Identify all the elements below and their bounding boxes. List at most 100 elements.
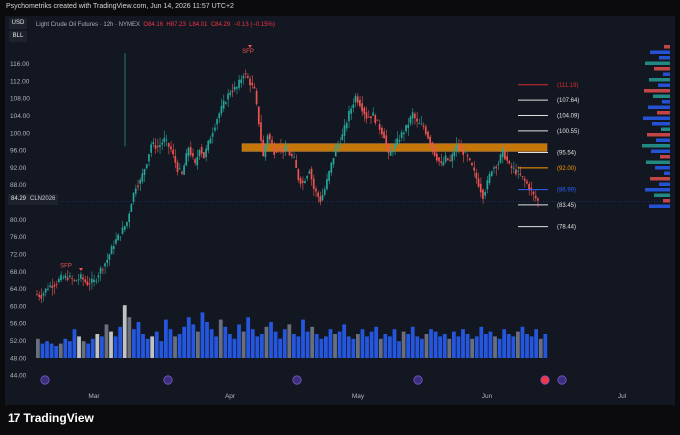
candle-body — [200, 147, 203, 154]
candle-body — [348, 110, 350, 122]
arrow-circle-icon[interactable] — [292, 375, 302, 385]
candle-body — [137, 185, 139, 188]
volume-profile-bar — [646, 160, 670, 164]
candle-body — [479, 183, 482, 193]
candle-body — [60, 274, 62, 281]
candle-body — [504, 151, 506, 160]
candle-body — [385, 135, 388, 146]
arrow-circle-icon[interactable] — [40, 375, 50, 385]
candle-body — [306, 175, 308, 179]
x-tick-label: Apr — [225, 393, 236, 400]
candle-body — [97, 275, 100, 278]
candle-body — [517, 170, 519, 172]
volume-bar — [209, 329, 214, 358]
candle-body — [468, 158, 471, 161]
volume-bar — [49, 343, 54, 358]
candle-body — [167, 143, 170, 147]
candle-body — [304, 181, 306, 184]
volume-profile-bar — [649, 78, 670, 82]
volume-bar — [136, 322, 141, 358]
volume-bar — [278, 338, 283, 358]
price-chart[interactable]: 116.00 112.00 108.00 104.00 100.00 96.00 92.00… — [0, 0, 680, 435]
candle-body — [106, 259, 109, 263]
volume-bar — [58, 343, 63, 358]
level-label: (111.19) — [557, 83, 578, 89]
currency-button[interactable]: USD — [9, 18, 27, 29]
unit-button[interactable]: BLL — [9, 31, 27, 42]
candle-body — [121, 227, 124, 234]
volume-bar — [260, 334, 264, 358]
candle-body — [521, 176, 524, 178]
candle-body — [196, 156, 199, 166]
candle-body — [159, 144, 161, 148]
volume-bar — [141, 334, 145, 358]
candle-body — [532, 191, 535, 195]
candle-body — [471, 162, 473, 166]
volume-bar — [506, 334, 511, 358]
candle-body — [284, 147, 287, 151]
candle-body — [277, 149, 280, 150]
volume-profile-bar — [659, 56, 670, 60]
volume-bar — [45, 341, 49, 358]
candle-body — [213, 127, 216, 131]
current-price-value: 84.29 — [11, 196, 27, 202]
candle-body — [420, 123, 423, 125]
candle-body — [431, 142, 434, 150]
candle-body — [266, 135, 269, 146]
y-tick-label: 80.00 — [10, 217, 27, 224]
arrow-circle-icon[interactable] — [557, 375, 567, 385]
lightning-icon[interactable] — [540, 375, 550, 385]
candle-body — [253, 86, 256, 89]
candle-body — [209, 138, 212, 144]
candle-body — [141, 173, 144, 182]
arrow-circle-icon[interactable] — [413, 375, 423, 385]
volume-bar — [401, 331, 406, 358]
volume-profile-bar — [642, 144, 670, 148]
marker-down-icon — [248, 45, 252, 48]
low-value: 84.01 — [192, 22, 208, 28]
volume-bar — [246, 317, 251, 358]
candle-body — [205, 148, 207, 158]
candle-body — [299, 178, 302, 184]
tradingview-logo[interactable]: 17 TradingView — [8, 411, 94, 425]
volume-bar — [132, 329, 136, 358]
volume-bar — [474, 336, 479, 358]
candle-body — [409, 116, 412, 124]
candle-body — [176, 162, 179, 172]
candle-body — [62, 277, 65, 279]
candle-body — [455, 144, 458, 151]
candle-body — [126, 222, 128, 226]
candle-body — [227, 93, 229, 100]
candle-body — [231, 90, 234, 93]
volume-bar — [109, 331, 113, 358]
candle-body — [257, 106, 260, 125]
y-tick-label: 76.00 — [10, 234, 27, 241]
candle-body — [53, 284, 56, 287]
volume-bar — [113, 336, 118, 358]
candle-body — [279, 146, 282, 148]
volume-bar — [346, 336, 351, 358]
candle-body — [442, 161, 445, 166]
candle-body — [185, 153, 188, 166]
candle-body — [130, 204, 133, 212]
candle-body — [466, 155, 469, 157]
volume-bar — [337, 331, 342, 358]
candle-body — [330, 162, 333, 173]
volume-bar — [186, 317, 191, 358]
candle-body — [451, 154, 454, 162]
arrow-circle-icon[interactable] — [163, 375, 173, 385]
candle-body — [301, 180, 304, 183]
volume-bar — [420, 338, 424, 358]
candle-body — [246, 76, 249, 78]
volume-bar — [305, 331, 310, 358]
candle-body — [370, 116, 372, 119]
volume-bar — [479, 326, 484, 358]
candle-body — [343, 125, 346, 136]
volume-profile-bar — [643, 116, 670, 120]
candle-body — [361, 103, 363, 112]
volume-bar — [63, 338, 68, 358]
level-label: (100.55) — [557, 129, 579, 135]
candle-body — [446, 158, 449, 160]
candle-body — [506, 156, 508, 161]
candle-body — [238, 79, 240, 88]
